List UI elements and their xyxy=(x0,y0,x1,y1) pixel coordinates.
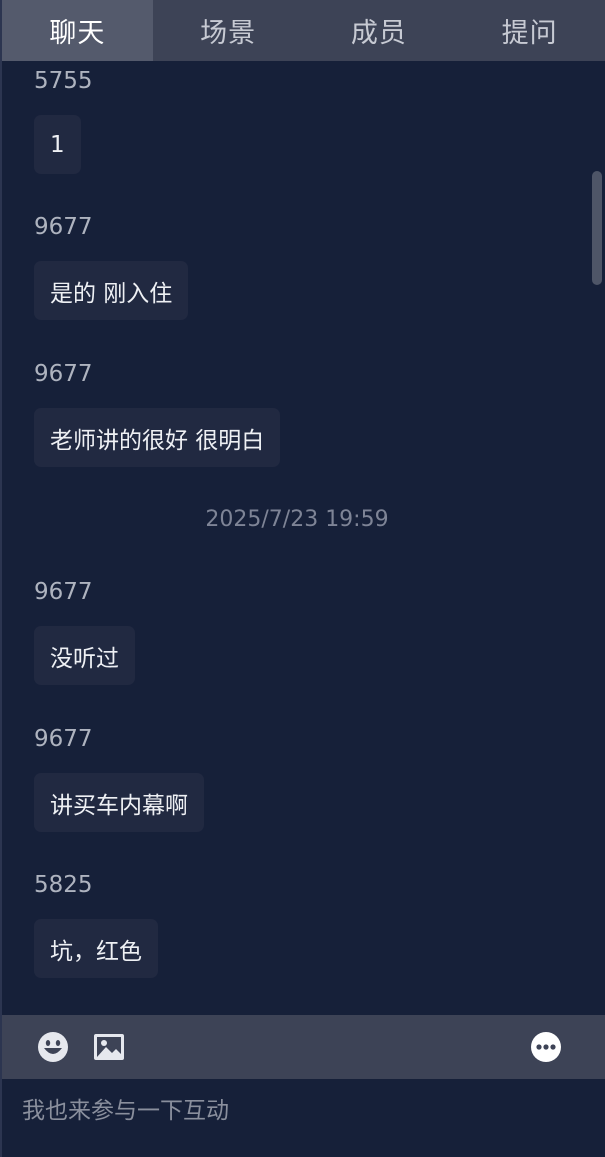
message-input[interactable] xyxy=(22,1093,582,1129)
message-bubble: 老师讲的很好 很明白 xyxy=(34,408,281,467)
image-icon[interactable] xyxy=(93,1031,125,1063)
message-input-area xyxy=(2,1079,605,1157)
message-sender: 5755 xyxy=(34,68,93,94)
emoji-icon[interactable] xyxy=(37,1031,69,1063)
message-sender: 9677 xyxy=(34,726,93,752)
tab-chat[interactable]: 聊天 xyxy=(2,0,153,61)
message-sender: 9677 xyxy=(34,579,93,605)
message-sender: 9677 xyxy=(34,361,93,387)
timestamp-divider: 2025/7/23 19:59 xyxy=(205,507,389,532)
message-bubble: 坑，红色 xyxy=(34,919,158,978)
message-bubble: 讲买车内幕啊 xyxy=(34,773,204,832)
input-toolbar xyxy=(2,1015,605,1079)
message-sender: 9677 xyxy=(34,214,93,240)
message-list[interactable]: 5755 1 9677 是的 刚入住 9677 老师讲的很好 很明白 2025/… xyxy=(2,61,605,1015)
tab-questions[interactable]: 提问 xyxy=(454,0,605,61)
message-bubble: 1 xyxy=(34,115,81,174)
message-bubble: 是的 刚入住 xyxy=(34,261,189,320)
message-bubble: 没听过 xyxy=(34,626,135,685)
tab-members[interactable]: 成员 xyxy=(304,0,455,61)
scrollbar-thumb[interactable] xyxy=(592,171,602,285)
message-sender: 5825 xyxy=(34,872,93,898)
chat-panel: 聊天 场景 成员 提问 5755 1 9677 是的 刚入住 9677 老师讲的… xyxy=(0,0,605,1157)
tab-bar: 聊天 场景 成员 提问 xyxy=(2,0,605,61)
more-icon[interactable] xyxy=(530,1031,562,1063)
tab-scene[interactable]: 场景 xyxy=(153,0,304,61)
